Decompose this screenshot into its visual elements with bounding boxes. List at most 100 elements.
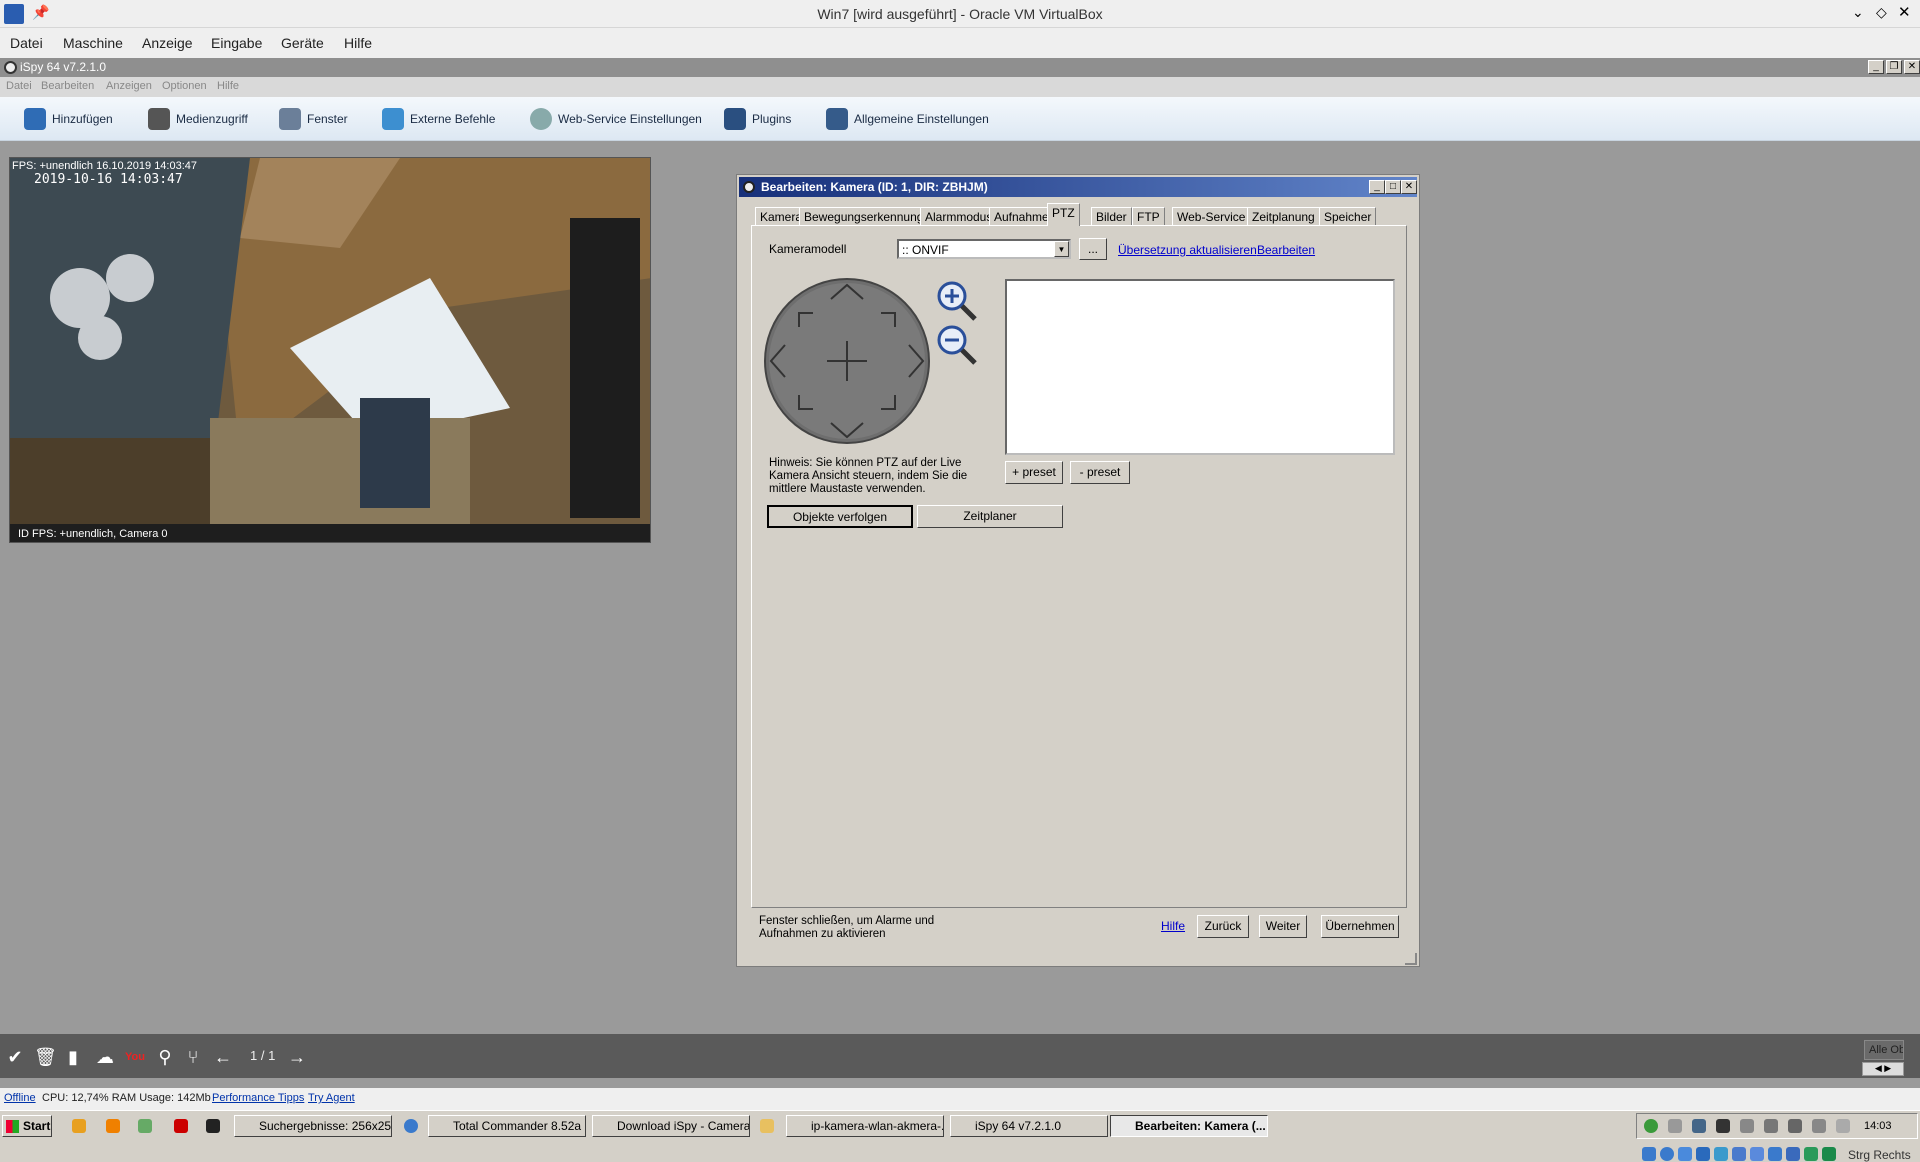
notepad-icon[interactable]	[138, 1119, 152, 1133]
scheduler-button[interactable]: Zeitplaner	[917, 505, 1063, 528]
toolbar-window-button[interactable]: Fenster	[279, 105, 348, 133]
check-icon[interactable]: ✔	[4, 1046, 26, 1068]
help-link[interactable]: Hilfe	[1161, 919, 1185, 933]
track-objects-button[interactable]: Objekte verfolgen	[767, 505, 913, 528]
toolbar-plugins-button[interactable]: Plugins	[724, 105, 791, 133]
back-button[interactable]: Zurück	[1197, 915, 1249, 938]
vbox-optical-icon[interactable]	[1660, 1147, 1674, 1161]
acrobat-icon[interactable]	[174, 1119, 188, 1133]
task-download-ispy[interactable]: Download iSpy - Camera ...	[592, 1115, 750, 1137]
tray-ispy-icon[interactable]	[1716, 1119, 1730, 1133]
tray-clock-icon[interactable]	[1764, 1119, 1778, 1133]
menu-hilfe[interactable]: Hilfe	[344, 35, 372, 51]
tab-bewegungserkennung[interactable]: Bewegungserkennung	[799, 207, 929, 225]
tray-settings-icon[interactable]	[1788, 1119, 1802, 1133]
tray-speaker-icon[interactable]	[1836, 1119, 1850, 1133]
tab-ptz[interactable]: PTZ	[1047, 203, 1080, 226]
task-edit-camera[interactable]: Bearbeiten: Kamera (...	[1110, 1115, 1268, 1137]
browse-button[interactable]: ...	[1079, 238, 1107, 260]
tab-aufnahme[interactable]: Aufnahme	[989, 207, 1054, 225]
task-total-commander[interactable]: Total Commander 8.52a ...	[428, 1115, 586, 1137]
task-ispy[interactable]: iSpy 64 v7.2.1.0	[950, 1115, 1108, 1137]
minimize-icon[interactable]: ⌄	[1852, 4, 1864, 21]
arrow-left-icon[interactable]: ←	[212, 1046, 234, 1068]
tray-volume-icon[interactable]	[1668, 1119, 1682, 1133]
dialog-minimize-icon[interactable]: _	[1369, 180, 1385, 194]
tab-bilder[interactable]: Bilder	[1091, 207, 1132, 225]
apply-button[interactable]: Übernehmen	[1321, 915, 1399, 938]
vbox-cpu-icon[interactable]	[1786, 1147, 1800, 1161]
performance-link[interactable]: Performance Tipps	[212, 1092, 304, 1104]
toolbar-media-button[interactable]: Medienzugriff	[148, 105, 248, 133]
tab-ftp[interactable]: FTP	[1132, 207, 1165, 225]
ispy-menu-hilfe[interactable]: Hilfe	[217, 80, 239, 92]
ispy-menu-anzeigen[interactable]: Anzeigen	[106, 80, 152, 92]
arrow-right-icon[interactable]: →	[286, 1046, 308, 1068]
dialog-maximize-icon[interactable]: □	[1385, 180, 1401, 194]
toolbar-webservice-button[interactable]: Web-Service Einstellungen	[530, 105, 702, 133]
ispy-menu-bearbeiten[interactable]: Bearbeiten	[41, 80, 94, 92]
toolbar-add-button[interactable]: Hinzufügen	[24, 105, 113, 133]
youtube-icon[interactable]: You	[124, 1046, 146, 1068]
vbox-audio-icon[interactable]	[1678, 1147, 1692, 1161]
vbox-shared-folder-icon[interactable]	[1732, 1147, 1746, 1161]
zoom-in-icon[interactable]	[935, 279, 979, 323]
task-photoshop[interactable]: ip-kamera-wlan-akmera-...	[786, 1115, 944, 1137]
link-edit[interactable]: Bearbeiten	[1257, 243, 1315, 257]
tab-web-service[interactable]: Web-Service	[1172, 207, 1251, 225]
vlc-icon[interactable]	[106, 1119, 120, 1133]
toolbar-external-button[interactable]: Externe Befehle	[382, 105, 495, 133]
ispy-menu-datei[interactable]: Datei	[6, 80, 32, 92]
ispy-minimize-icon[interactable]: _	[1868, 60, 1884, 74]
tab-zeitplanung[interactable]: Zeitplanung	[1247, 207, 1320, 225]
vbox-keyboard-icon[interactable]	[1822, 1147, 1836, 1161]
menu-eingabe[interactable]: Eingabe	[211, 35, 262, 51]
menu-datei[interactable]: Datei	[10, 35, 43, 51]
ispy-menu-optionen[interactable]: Optionen	[162, 80, 207, 92]
resize-grip-icon[interactable]	[1405, 953, 1417, 965]
toolbar-settings-button[interactable]: Allgemeine Einstellungen	[826, 105, 989, 133]
explorer-icon[interactable]	[760, 1119, 774, 1133]
preset-add-button[interactable]: + preset	[1005, 461, 1063, 484]
search-icon[interactable]: ⚲	[154, 1046, 176, 1068]
vbox-recording-icon[interactable]	[1768, 1147, 1782, 1161]
maximize-icon[interactable]: ◇	[1876, 4, 1887, 21]
trash-icon[interactable]: 🗑	[34, 1046, 57, 1068]
cmd-icon[interactable]	[206, 1119, 220, 1133]
preset-remove-button[interactable]: - preset	[1070, 461, 1130, 484]
ispy-restore-icon[interactable]: ❐	[1886, 60, 1902, 74]
start-button[interactable]: Start	[2, 1115, 52, 1137]
ptz-joystick[interactable]	[763, 277, 931, 445]
tray-app-icon[interactable]	[1692, 1119, 1706, 1133]
try-agent-link[interactable]: Try Agent	[308, 1092, 355, 1104]
tray-network-icon[interactable]	[1644, 1119, 1658, 1133]
camera-view[interactable]: FPS: +unendlich 16.10.2019 14:03:47 2019…	[9, 157, 651, 543]
zoom-out-icon[interactable]	[935, 323, 979, 367]
network-icon[interactable]: ⑂	[182, 1046, 204, 1068]
link-update-translation[interactable]: Übersetzung aktualisieren	[1118, 243, 1257, 257]
bookmark-icon[interactable]: ▮	[62, 1046, 84, 1068]
tray-display-icon[interactable]	[1812, 1119, 1826, 1133]
tab-alarmmodus[interactable]: Alarmmodus	[920, 207, 998, 225]
menu-maschine[interactable]: Maschine	[63, 35, 123, 51]
filter-select[interactable]: Alle Ob	[1864, 1040, 1904, 1060]
ispy-close-icon[interactable]: ✕	[1904, 60, 1920, 74]
clock[interactable]: 14:03	[1864, 1120, 1892, 1132]
close-icon[interactable]: ✕	[1898, 3, 1911, 21]
chevron-down-icon[interactable]: ▼	[1054, 241, 1069, 257]
cloud-upload-icon[interactable]: ☁	[94, 1046, 116, 1068]
next-button[interactable]: Weiter	[1259, 915, 1307, 938]
menu-anzeige[interactable]: Anzeige	[142, 35, 193, 51]
vbox-usb-icon[interactable]	[1714, 1147, 1728, 1161]
menu-geraete[interactable]: Geräte	[281, 35, 324, 51]
vbox-network-icon[interactable]	[1696, 1147, 1710, 1161]
preset-list[interactable]	[1005, 279, 1395, 455]
tab-speicher[interactable]: Speicher	[1319, 207, 1377, 225]
ie-icon[interactable]	[404, 1119, 418, 1133]
offline-link[interactable]: Offline	[4, 1092, 36, 1104]
kameramodell-select[interactable]: :: ONVIF ▼	[897, 239, 1071, 259]
vbox-disk-icon[interactable]	[1642, 1147, 1656, 1161]
dialog-close-icon[interactable]: ✕	[1401, 180, 1417, 194]
vbox-mouse-icon[interactable]	[1804, 1147, 1818, 1161]
task-suchergebnisse[interactable]: Suchergebnisse: 256x256	[234, 1115, 392, 1137]
